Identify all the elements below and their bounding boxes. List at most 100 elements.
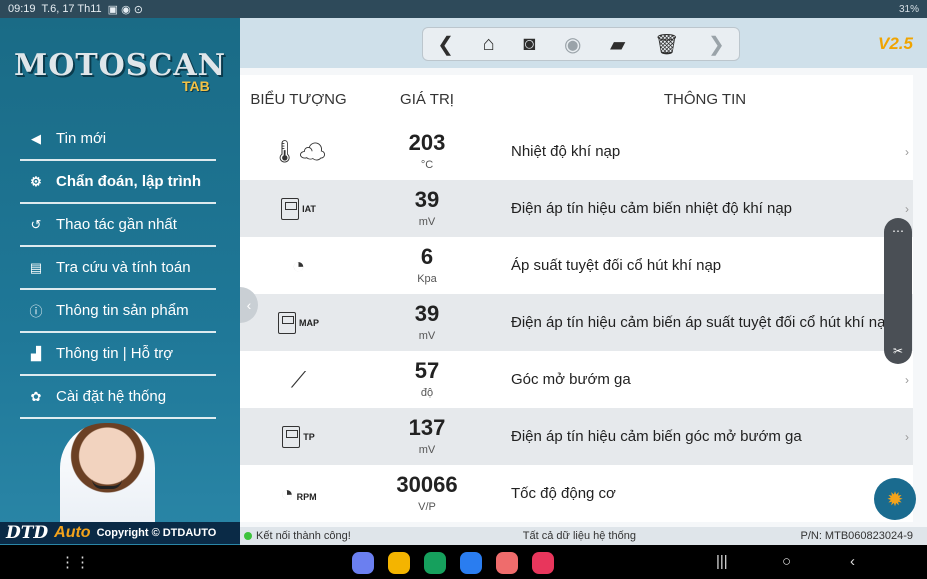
info-cell: Góc mở bướm ga › bbox=[497, 351, 913, 408]
data-table: BIỂU TƯỢNG GIÁ TRỊ THÔNG TIN 🌡☁ 203 °C Nhiệ… bbox=[240, 75, 913, 522]
sidebar-item-1[interactable]: ⚙ Chẩn đoán, lập trình bbox=[20, 161, 216, 204]
value: 137 bbox=[408, 415, 446, 440]
table-row[interactable]: IAT 39 mV Điện áp tín hiệu cảm biến nhiệt đ… bbox=[240, 180, 913, 237]
table-row[interactable]: ◔ 6 Kpa Áp suất tuyệt đối cổ hút khí nạp› bbox=[240, 237, 913, 294]
symbol-cell: ◔ bbox=[240, 237, 357, 294]
table-row[interactable]: TP 137 mV Điện áp tín hiệu cảm biến góc mở … bbox=[240, 408, 913, 465]
symbol-label: MAP bbox=[299, 317, 319, 328]
nav-controls: ❮ ⌂ ◙ ◉ ▰ 🗑 ❯ bbox=[422, 27, 740, 61]
delete-icon[interactable]: 🗑 bbox=[654, 32, 679, 57]
symbol-label: IAT bbox=[302, 203, 316, 214]
status-date: T.6, 17 Th11 bbox=[41, 3, 102, 15]
notification-icons: ▣ ◉ ⊙ bbox=[107, 3, 143, 16]
forward-icon[interactable]: ❯ bbox=[708, 32, 725, 57]
info-cell: Tốc độ động cơ› bbox=[497, 465, 913, 522]
brand-footer: DTD Auto Copyright © DTDAUTO bbox=[0, 522, 240, 544]
camera-icon[interactable]: ◙ bbox=[523, 33, 535, 56]
multimeter-icon bbox=[282, 425, 301, 448]
table-row[interactable]: MAP 39 mV Điện áp tín hiệu cảm biến áp suất… bbox=[240, 294, 913, 351]
sidebar-item-5[interactable]: ▟ Thông tin | Hỗ trợ bbox=[20, 333, 216, 376]
support-agent-avatar bbox=[60, 423, 155, 533]
factory-icon: ▟ bbox=[31, 345, 41, 361]
record-icon[interactable]: ◉ bbox=[564, 32, 581, 57]
app-drawer-icon[interactable]: ⋮⋮ bbox=[60, 553, 90, 571]
recents-icon[interactable]: ||| bbox=[716, 553, 728, 570]
edge-panel[interactable]: ⋯ ✂ bbox=[884, 218, 912, 364]
unit: độ bbox=[420, 387, 434, 399]
app-icon-4[interactable] bbox=[460, 552, 482, 574]
sidebar: MOTOSCAN TAB ◀ Tin mới ⚙ Chẩn đoán, lập trì… bbox=[0, 18, 240, 545]
back-icon[interactable]: ❮ bbox=[437, 32, 454, 57]
info-text: Áp suất tuyệt đối cổ hút khí nạp bbox=[511, 257, 722, 274]
status-time: 09:19 bbox=[8, 3, 36, 15]
chevron-right-icon: › bbox=[905, 373, 909, 387]
symbol-cell: TP bbox=[240, 408, 357, 465]
folder-icon[interactable]: ▰ bbox=[610, 32, 625, 57]
app-icon-6[interactable] bbox=[532, 552, 554, 574]
sidebar-item-3[interactable]: ▤ Tra cứu và tính toán bbox=[20, 247, 216, 290]
value-cell: 57 độ bbox=[357, 351, 497, 408]
value-cell: 30066 V/P bbox=[357, 465, 497, 522]
sidebar-item-4[interactable]: ⓘ Thông tin sản phẩm bbox=[20, 290, 216, 333]
brand-auto: Auto bbox=[54, 524, 91, 541]
symbol-cell: ⟋ bbox=[240, 351, 357, 408]
history-icon: ↺ bbox=[30, 216, 42, 232]
home-icon[interactable]: ⌂ bbox=[483, 33, 495, 56]
header-info: THÔNG TIN bbox=[497, 75, 913, 123]
version-label: V2.5 bbox=[878, 34, 913, 53]
sidebar-item-6[interactable]: ✿ Cài đặt hệ thống bbox=[20, 376, 216, 419]
info-cell: Áp suất tuyệt đối cổ hút khí nạp› bbox=[497, 237, 913, 294]
value: 6 bbox=[420, 244, 434, 269]
app-icon-5[interactable] bbox=[496, 552, 518, 574]
table-row[interactable]: ◔RPM 30066 V/P Tốc độ động cơ› bbox=[240, 465, 913, 522]
app-icon-3[interactable] bbox=[424, 552, 446, 574]
value: 203 bbox=[408, 130, 446, 155]
info-text: Nhiệt độ khí nạp bbox=[511, 143, 621, 160]
app-icon-2[interactable] bbox=[388, 552, 410, 574]
gauge-icon: ◔ bbox=[291, 252, 306, 278]
unit: mV bbox=[418, 330, 436, 342]
sidebar-item-label: Thao tác gần nhất bbox=[56, 216, 177, 233]
sidebar-item-label: Cài đặt hệ thống bbox=[56, 388, 167, 405]
sidebar-item-label: Tin mới bbox=[56, 130, 107, 147]
value: 30066 bbox=[396, 472, 458, 497]
settings-fab[interactable]: ✹ bbox=[874, 478, 916, 520]
info-text: Tốc độ động cơ bbox=[511, 485, 616, 502]
status-footer: Kết nối thành công! Tất cả dữ liệu hệ th… bbox=[240, 527, 927, 545]
sidebar-item-label: Chẩn đoán, lập trình bbox=[56, 173, 201, 190]
toolbar: ❮ ⌂ ◙ ◉ ▰ 🗑 ❯ V2.5 bbox=[240, 18, 927, 68]
taskbar-apps bbox=[352, 552, 554, 574]
table-row[interactable]: 🌡☁ 203 °C Nhiệt độ khí nạp › bbox=[240, 123, 913, 180]
more-icon[interactable]: ⋯ bbox=[892, 224, 904, 238]
sidebar-item-label: Thông tin | Hỗ trợ bbox=[56, 345, 174, 362]
app-logo-sub: TAB bbox=[182, 78, 210, 94]
copyright: Copyright © DTDAUTO bbox=[96, 527, 217, 539]
battery-level: 31% bbox=[898, 3, 919, 15]
status-bar: 09:19 T.6, 17 Th11 ▣ ◉ ⊙ 31% bbox=[0, 0, 927, 18]
sidebar-item-2[interactable]: ↺ Thao tác gần nhất bbox=[20, 204, 216, 247]
sidebar-item-label: Tra cứu và tính toán bbox=[56, 259, 191, 276]
sidebar-item-0[interactable]: ◀ Tin mới bbox=[20, 118, 216, 161]
back-nav-icon[interactable]: ‹ bbox=[850, 553, 855, 570]
info-text: Góc mở bướm ga bbox=[511, 371, 631, 388]
connection-indicator-icon bbox=[244, 532, 252, 540]
app-icon-1[interactable] bbox=[352, 552, 374, 574]
value: 57 bbox=[414, 358, 440, 383]
info-text: Điện áp tín hiệu cảm biến nhiệt độ khí n… bbox=[511, 200, 793, 217]
diagnosis-icon: ⚙ bbox=[30, 173, 42, 189]
table-row[interactable]: ⟋ 57 độ Góc mở bướm ga › bbox=[240, 351, 913, 408]
info-cell: Nhiệt độ khí nạp › bbox=[497, 123, 913, 180]
info-text: Điện áp tín hiệu cảm biến áp suất tuyệt … bbox=[511, 314, 894, 331]
chevron-right-icon: › bbox=[905, 145, 909, 159]
unit: mV bbox=[418, 444, 436, 456]
info-cell: Điện áp tín hiệu cảm biến nhiệt độ khí n… bbox=[497, 180, 913, 237]
chevron-right-icon: › bbox=[905, 430, 909, 444]
info-icon: ⓘ bbox=[29, 304, 43, 319]
sidebar-menu: ◀ Tin mới ⚙ Chẩn đoán, lập trình ↺ Thao tác g… bbox=[20, 118, 216, 419]
edge-tool-icon[interactable]: ✂ bbox=[893, 344, 903, 358]
unit: mV bbox=[418, 216, 436, 228]
home-nav-icon[interactable]: ○ bbox=[782, 553, 791, 570]
symbol-cell: 🌡☁ bbox=[240, 123, 357, 180]
gear-icon: ✹ bbox=[886, 488, 904, 511]
header-value: GIÁ TRỊ bbox=[357, 75, 497, 123]
